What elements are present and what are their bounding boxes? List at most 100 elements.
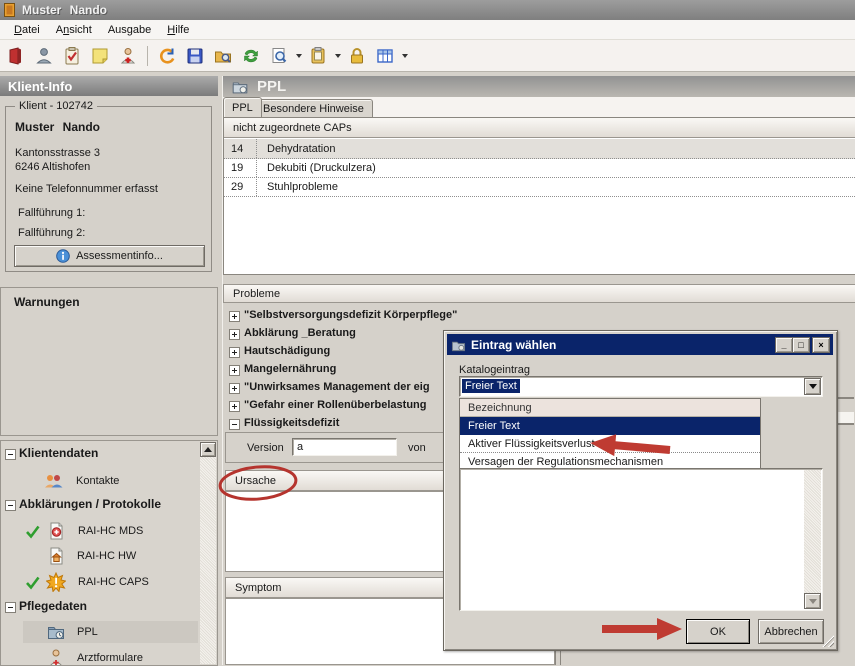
client-icon[interactable] — [32, 44, 56, 68]
medical-person-icon[interactable] — [116, 44, 140, 68]
problem-item[interactable]: "Unwirksames Management der eig — [244, 381, 430, 393]
scroll-down-icon[interactable] — [804, 593, 821, 609]
table-icon[interactable] — [373, 44, 397, 68]
catalog-listbox[interactable] — [459, 468, 823, 611]
listbox-scrollbar[interactable] — [804, 470, 821, 609]
assessment-info-button[interactable]: Assessmentinfo... — [14, 245, 205, 267]
expand-icon[interactable] — [229, 383, 240, 394]
menu-hilfe[interactable]: Hilfe — [159, 22, 197, 38]
lock-icon[interactable] — [345, 44, 369, 68]
menu-bar: DateiAnsichtAusgabeHilfe — [0, 20, 855, 40]
folder-clock-icon — [231, 78, 249, 96]
dialog-icon — [451, 338, 466, 352]
menu-ansicht[interactable]: Ansicht — [48, 22, 100, 38]
exit-icon[interactable] — [4, 44, 28, 68]
refresh-icon[interactable] — [155, 44, 179, 68]
alert-star-icon — [46, 572, 66, 592]
expand-icon[interactable] — [229, 347, 240, 358]
tab-besondere-hinweise[interactable]: Besondere Hinweise — [254, 99, 373, 117]
problem-item[interactable]: "Selbstversorgungsdefizit Körperpflege" — [244, 309, 457, 321]
folder-search-icon[interactable] — [211, 44, 235, 68]
sidebar-item-abklaerungen[interactable]: Abklärungen / Protokolle — [19, 497, 161, 511]
sidebar-item-rai-hc-hw[interactable]: RAI-HC HW — [46, 544, 136, 568]
assessment-info-label: Assessmentinfo... — [76, 250, 163, 262]
sidebar-item-rai-hc-mds[interactable]: RAI-HC MDS — [25, 519, 143, 543]
problem-item[interactable]: Hautschädigung — [244, 345, 330, 357]
contacts-icon — [43, 471, 64, 491]
minimize-icon[interactable]: _ — [775, 337, 793, 353]
table-row[interactable]: 14 Dehydratation — [224, 139, 855, 159]
caps-header-label: nicht zugeordnete CAPs — [233, 122, 352, 134]
check-icon — [25, 524, 40, 539]
expand-icon[interactable] — [229, 311, 240, 322]
problem-item[interactable]: "Gefahr einer Rollenüberbelastung — [244, 399, 426, 411]
dropdown-option[interactable]: Freier Text — [460, 417, 760, 435]
sidebar-item-rai-hc-caps[interactable]: RAI-HC CAPS — [25, 570, 149, 594]
info-icon — [56, 249, 70, 263]
sidebar-item-label: Arztformulare — [77, 652, 143, 664]
ok-button[interactable]: OK — [686, 619, 750, 644]
client-street: Kantonsstrasse 3 — [15, 147, 100, 159]
problem-item[interactable]: Mangelernährung — [244, 363, 336, 375]
print-preview-icon[interactable] — [267, 44, 291, 68]
copy-dropdown-icon[interactable] — [335, 54, 341, 58]
sidebar-item-label: Kontakte — [76, 475, 119, 487]
scroll-up-icon[interactable] — [200, 442, 216, 457]
dropdown-option[interactable]: Aktiver Flüssigkeitsverlust — [460, 435, 760, 453]
check-icon — [25, 575, 40, 590]
menu-datei[interactable]: Datei — [6, 22, 48, 38]
note-icon[interactable] — [88, 44, 112, 68]
table-dropdown-icon[interactable] — [402, 54, 408, 58]
toolbar-separator — [147, 46, 148, 66]
combo-dropdown-list: Bezeichnung Freier Text Aktiver Flüssigk… — [459, 398, 761, 471]
caps-panel: nicht zugeordnete CAPs 14 Dehydratation … — [223, 117, 855, 275]
collapse-icon[interactable] — [5, 449, 16, 460]
expand-icon[interactable] — [229, 329, 240, 340]
katalogeintrag-combobox[interactable]: Freier Text — [459, 376, 823, 397]
expand-icon[interactable] — [229, 401, 240, 412]
sidebar-item-arztformulare[interactable]: Arztformulare — [46, 646, 143, 666]
dialog-title-bar: Eintrag wählen _ □ × — [447, 334, 833, 355]
cap-id: 19 — [224, 158, 257, 177]
collapse-icon[interactable] — [5, 602, 16, 613]
version-input[interactable]: a — [292, 438, 397, 456]
sidebar-item-klientendaten[interactable]: Klientendaten — [19, 446, 98, 460]
copy-icon[interactable] — [306, 44, 330, 68]
client-groupbox: Klient - 102742 Muster Nando Kantonsstra… — [5, 106, 212, 272]
sidebar-item-label: RAI-HC CAPS — [78, 576, 149, 588]
sidebar-item-label: RAI-HC MDS — [78, 525, 143, 537]
version-label: Version — [247, 442, 284, 454]
collapse-icon[interactable] — [5, 500, 16, 511]
client-info-panel: Klient-Info Klient - 102742 Muster Nando… — [0, 76, 218, 665]
combo-dropdown-icon[interactable] — [804, 378, 821, 395]
scrollbar-track[interactable] — [200, 457, 216, 664]
navigation-tree: Klientendaten Kontakte Abklärungen / Pro… — [0, 440, 218, 666]
print-preview-dropdown-icon[interactable] — [296, 54, 302, 58]
tab-ppl[interactable]: PPL — [223, 97, 262, 117]
menu-ausgabe[interactable]: Ausgabe — [100, 22, 159, 38]
problem-item[interactable]: Abklärung _Beratung — [244, 327, 356, 339]
clipboard-check-icon[interactable] — [60, 44, 84, 68]
table-row[interactable]: 29 Stuhlprobleme — [224, 177, 855, 197]
collapse-icon[interactable] — [229, 419, 240, 430]
client-group-title: Klient - 102742 — [15, 100, 97, 112]
warnings-panel: Warnungen — [0, 287, 218, 436]
problem-item[interactable]: Flüssigkeitsdefizit — [244, 417, 339, 429]
tree-scrollbar[interactable] — [200, 442, 216, 664]
sync-icon[interactable] — [239, 44, 263, 68]
window-title: Muster Nando — [22, 3, 107, 17]
cancel-button[interactable]: Abbrechen — [758, 619, 824, 644]
sidebar-item-pflegedaten[interactable]: Pflegedaten — [19, 599, 87, 613]
sidebar-item-kontakte[interactable]: Kontakte — [43, 469, 119, 493]
sidebar-item-ppl[interactable]: PPL — [46, 620, 98, 644]
tab-label: Besondere Hinweise — [263, 103, 364, 115]
expand-icon[interactable] — [229, 365, 240, 376]
cap-label: Dekubiti (Druckulzera) — [257, 162, 376, 174]
save-icon[interactable] — [183, 44, 207, 68]
close-icon[interactable]: × — [812, 337, 830, 353]
maximize-icon[interactable]: □ — [792, 337, 810, 353]
cancel-button-label: Abbrechen — [764, 626, 817, 638]
table-row[interactable]: 19 Dekubiti (Druckulzera) — [224, 158, 855, 178]
document-home-icon — [46, 546, 66, 566]
case-management-1: Fallführung 1: — [18, 207, 85, 219]
